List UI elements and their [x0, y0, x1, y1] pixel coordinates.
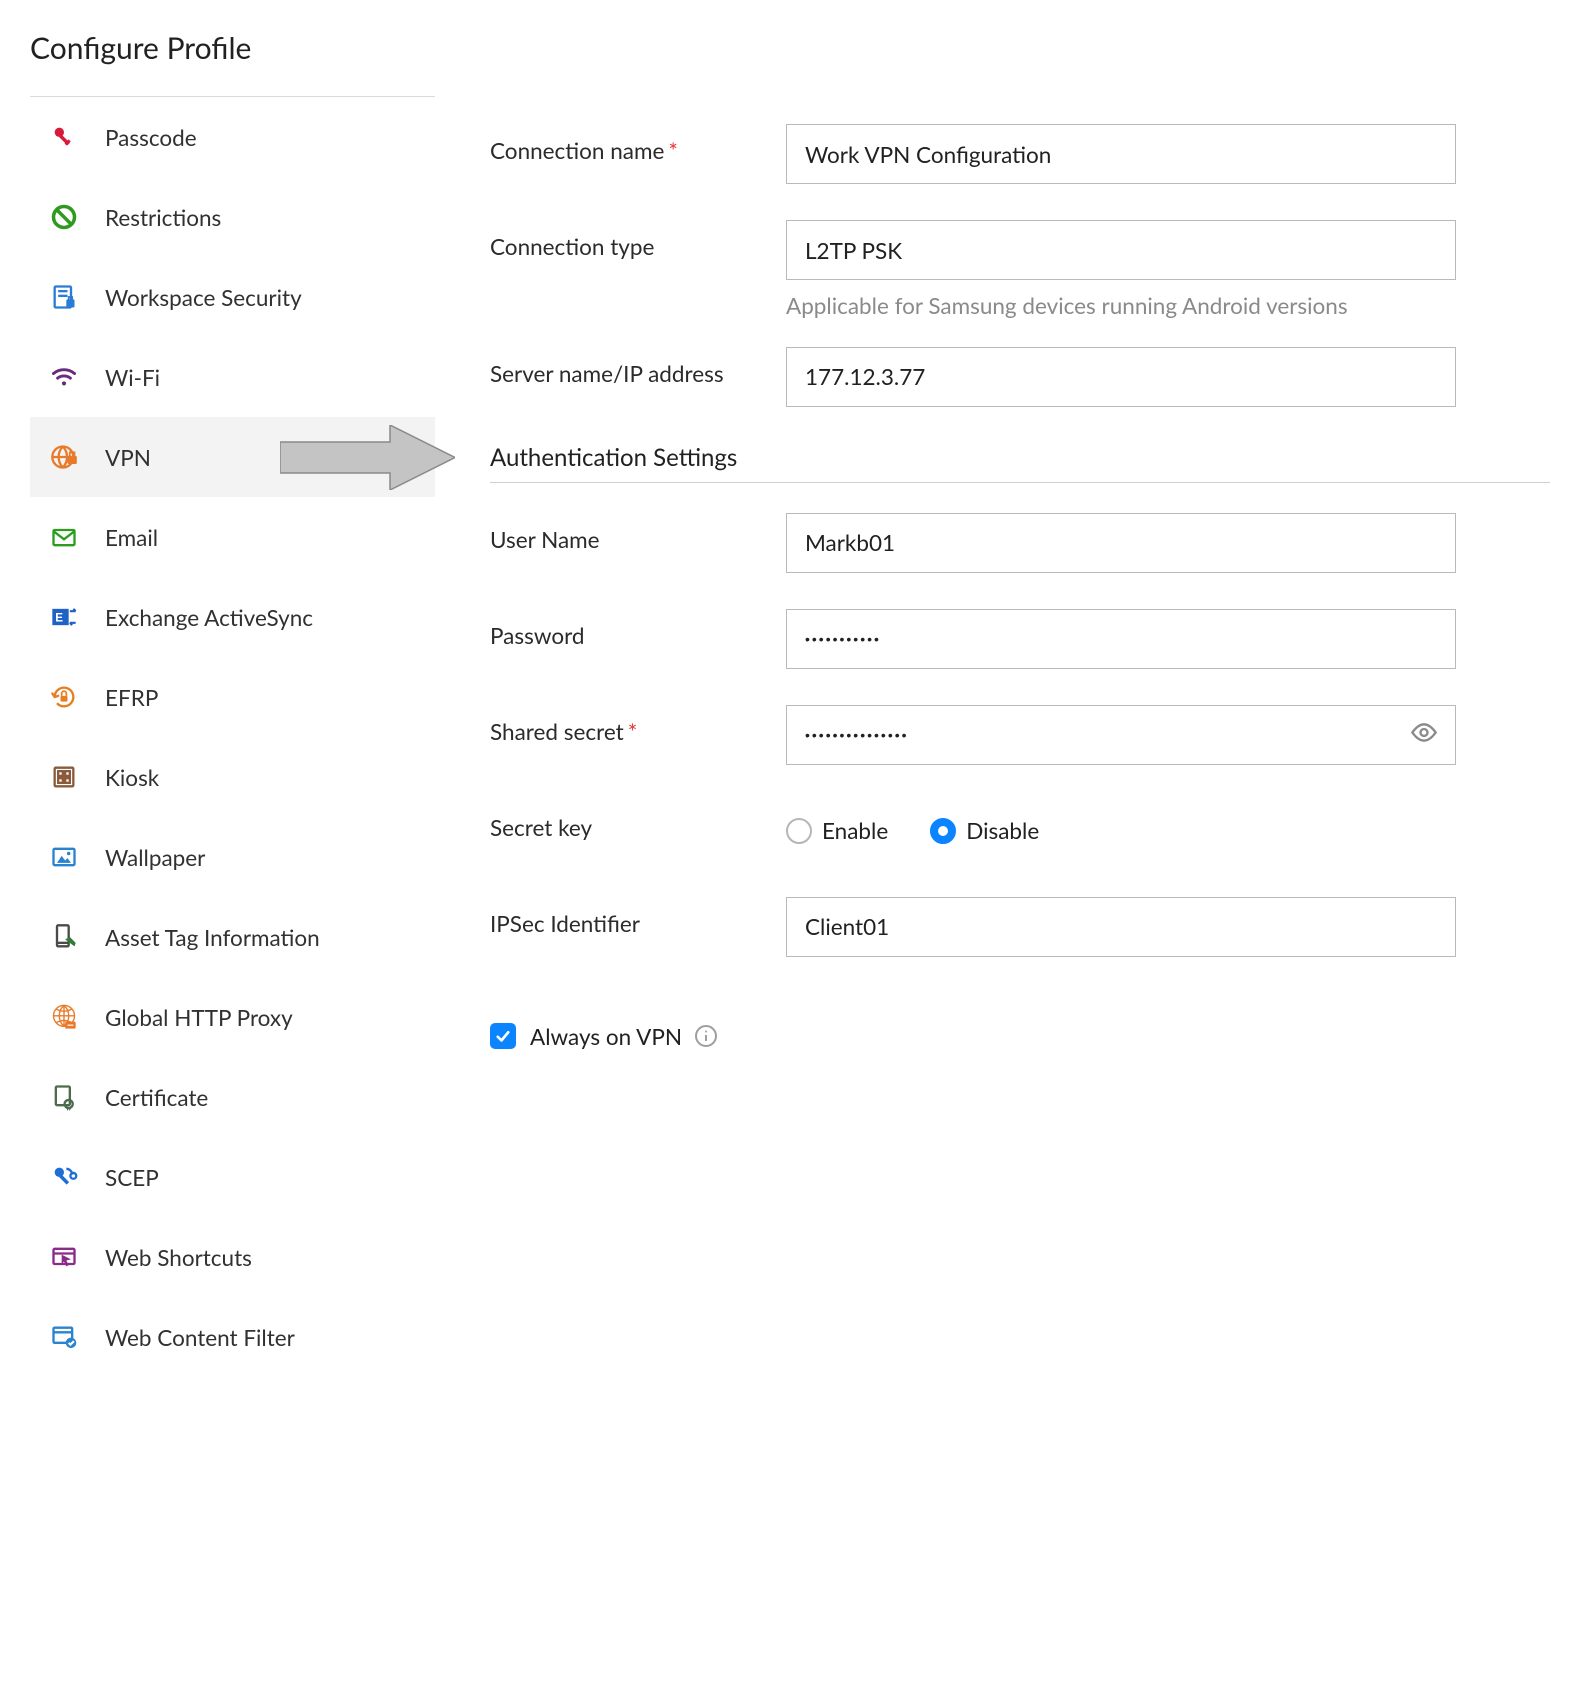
sidebar-item-restrictions[interactable]: Restrictions	[30, 177, 435, 257]
sidebar-item-wallpaper[interactable]: Wallpaper	[30, 817, 435, 897]
username-input[interactable]	[786, 513, 1456, 573]
kiosk-icon	[50, 763, 105, 791]
sidebar-item-label: Exchange ActiveSync	[105, 604, 313, 631]
secret-key-disable-radio[interactable]: Disable	[930, 817, 1039, 844]
radio-label: Enable	[822, 817, 888, 844]
sidebar-item-label: Kiosk	[105, 764, 159, 791]
globe-proxy-icon	[50, 1003, 105, 1031]
globe-lock-icon	[50, 443, 105, 471]
always-on-vpn-checkbox[interactable]: Always on VPN	[490, 1023, 1550, 1050]
sidebar-item-passcode[interactable]: Passcode	[30, 97, 435, 177]
eye-icon[interactable]	[1410, 718, 1438, 751]
sidebar-item-web-content-filter[interactable]: Web Content Filter	[30, 1297, 435, 1377]
connection-type-select[interactable]	[786, 220, 1456, 280]
sidebar-item-label: Email	[105, 524, 158, 551]
sidebar-item-http-proxy[interactable]: Global HTTP Proxy	[30, 977, 435, 1057]
sidebar-item-label: SCEP	[105, 1164, 159, 1191]
sidebar-item-label: Restrictions	[105, 204, 221, 231]
sidebar-item-wifi[interactable]: Wi-Fi	[30, 337, 435, 417]
password-label: Password	[490, 609, 786, 650]
certificate-icon	[50, 1083, 105, 1111]
connection-name-input[interactable]	[786, 124, 1456, 184]
svg-text:E: E	[55, 612, 63, 625]
username-label: User Name	[490, 513, 786, 554]
sidebar-item-label: Global HTTP Proxy	[105, 1004, 293, 1031]
connection-type-note: Applicable for Samsung devices running A…	[786, 290, 1486, 323]
radio-checked-icon	[930, 818, 956, 844]
page-title: Configure Profile	[30, 30, 1550, 66]
sidebar-item-label: Wallpaper	[105, 844, 205, 871]
image-icon	[50, 843, 105, 871]
form-area: Connection name* Connection type Applica…	[435, 96, 1550, 1377]
always-on-vpn-label: Always on VPN	[530, 1023, 682, 1050]
exchange-icon: E	[50, 603, 105, 631]
sidebar-item-label: VPN	[105, 444, 151, 471]
scep-icon	[50, 1163, 105, 1191]
password-input[interactable]	[786, 609, 1456, 669]
radio-unchecked-icon	[786, 818, 812, 844]
sidebar-item-certificate[interactable]: Certificate	[30, 1057, 435, 1137]
sidebar-item-label: Workspace Security	[105, 284, 302, 311]
sidebar-item-label: Web Shortcuts	[105, 1244, 252, 1271]
sidebar-item-label: Web Content Filter	[105, 1324, 295, 1351]
secret-key-label: Secret key	[490, 801, 786, 842]
sidebar-item-label: Certificate	[105, 1084, 208, 1111]
sidebar-item-email[interactable]: Email	[30, 497, 435, 577]
radio-label: Disable	[966, 817, 1039, 844]
connection-name-label: Connection name*	[490, 124, 786, 165]
info-icon[interactable]	[694, 1024, 718, 1048]
server-input[interactable]	[786, 347, 1456, 407]
sidebar-item-exchange[interactable]: E Exchange ActiveSync	[30, 577, 435, 657]
secret-key-enable-radio[interactable]: Enable	[786, 817, 888, 844]
checkbox-checked-icon	[490, 1023, 516, 1049]
ipsec-identifier-label: IPSec Identifier	[490, 897, 786, 938]
web-filter-icon	[50, 1323, 105, 1351]
prohibit-icon	[50, 203, 105, 231]
sidebar: Passcode Restrictions Workspace Security…	[30, 96, 435, 1377]
sidebar-item-web-shortcuts[interactable]: Web Shortcuts	[30, 1217, 435, 1297]
key-icon	[50, 123, 105, 151]
doc-shield-icon	[50, 283, 105, 311]
auth-section-heading: Authentication Settings	[490, 443, 1550, 483]
lock-rotate-icon	[50, 683, 105, 711]
sidebar-item-asset-tag[interactable]: Asset Tag Information	[30, 897, 435, 977]
mail-icon	[50, 523, 105, 551]
shared-secret-input[interactable]	[786, 705, 1456, 765]
connection-type-label: Connection type	[490, 220, 786, 261]
shared-secret-label: Shared secret*	[490, 705, 786, 746]
sidebar-item-label: Wi-Fi	[105, 364, 160, 391]
sidebar-item-kiosk[interactable]: Kiosk	[30, 737, 435, 817]
sidebar-item-label: EFRP	[105, 684, 158, 711]
sidebar-item-label: Passcode	[105, 124, 197, 151]
phone-tag-icon	[50, 923, 105, 951]
active-arrow-icon	[280, 417, 455, 497]
sidebar-item-scep[interactable]: SCEP	[30, 1137, 435, 1217]
sidebar-item-label: Asset Tag Information	[105, 924, 320, 951]
sidebar-item-efrp[interactable]: EFRP	[30, 657, 435, 737]
web-shortcut-icon	[50, 1243, 105, 1271]
wifi-icon	[50, 363, 105, 391]
server-label: Server name/IP address	[490, 347, 786, 388]
ipsec-identifier-input[interactable]	[786, 897, 1456, 957]
sidebar-item-workspace-security[interactable]: Workspace Security	[30, 257, 435, 337]
